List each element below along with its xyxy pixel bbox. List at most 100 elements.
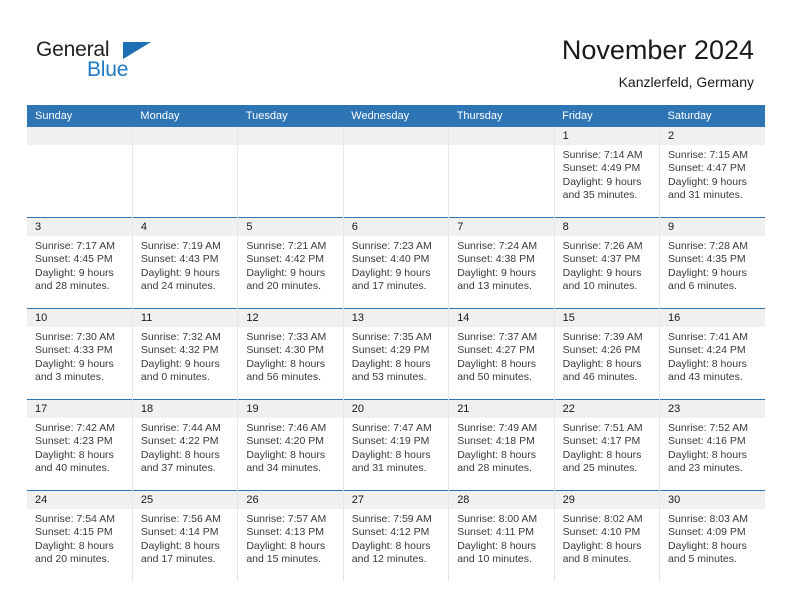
calendar-day-cell[interactable]: 18 Sunrise: 7:44 AM Sunset: 4:22 PM Dayligh… — [132, 399, 239, 491]
sunset-time: Sunset: 4:26 PM — [562, 344, 641, 357]
calendar-day-cell[interactable]: 25 Sunrise: 7:56 AM Sunset: 4:14 PM Dayligh… — [132, 490, 239, 581]
day-sun-info: Sunrise: 7:21 AM Sunset: 4:42 PM Daylight:… — [238, 236, 342, 294]
sunrise-time: Sunrise: 7:39 AM — [562, 331, 643, 343]
day-sun-info: Sunrise: 7:33 AM Sunset: 4:30 PM Daylight:… — [238, 327, 342, 385]
day-sun-info: Sunrise: 8:00 AM Sunset: 4:11 PM Daylight:… — [449, 509, 553, 567]
daylight-duration-line1: Daylight: 8 hours — [246, 357, 326, 370]
page-subtitle-location: Kanzlerfeld, Germany — [618, 74, 754, 90]
calendar-day-cell[interactable]: 28 Sunrise: 8:00 AM Sunset: 4:11 PM Dayligh… — [448, 490, 555, 581]
day-number — [449, 127, 554, 145]
sunset-time: Sunset: 4:24 PM — [668, 344, 746, 357]
daylight-duration-line2: and 28 minutes. — [35, 280, 110, 293]
calendar-day-cell-empty — [448, 127, 555, 218]
daylight-duration-line2: and 10 minutes. — [457, 553, 532, 566]
daylight-duration-line2: and 25 minutes. — [562, 462, 638, 475]
daylight-duration-line2: and 5 minutes. — [668, 553, 737, 566]
logo-triangle-icon — [123, 42, 151, 59]
calendar-day-cell[interactable]: 8 Sunrise: 7:26 AM Sunset: 4:37 PM Daylight… — [554, 217, 661, 309]
sunset-time: Sunset: 4:16 PM — [668, 435, 746, 448]
calendar-day-cell[interactable]: 21 Sunrise: 7:49 AM Sunset: 4:18 PM Dayligh… — [448, 399, 555, 491]
calendar-day-cell-empty — [237, 127, 344, 218]
calendar-day-cell[interactable]: 24 Sunrise: 7:54 AM Sunset: 4:15 PM Dayligh… — [27, 490, 133, 581]
calendar-day-cell[interactable]: 5 Sunrise: 7:21 AM Sunset: 4:42 PM Daylight… — [237, 217, 344, 309]
calendar-day-cell-empty — [132, 127, 239, 218]
sunrise-time: Sunrise: 7:37 AM — [457, 331, 538, 343]
sunrise-time: Sunrise: 7:54 AM — [35, 513, 115, 525]
daylight-duration-line1: Daylight: 9 hours — [562, 266, 642, 279]
daylight-duration-line1: Daylight: 8 hours — [246, 539, 326, 552]
calendar-day-cell[interactable]: 1 Sunrise: 7:14 AM Sunset: 4:49 PM Daylight… — [554, 127, 661, 218]
page-header: General Blue November 2024 Kanzlerfeld, … — [0, 0, 792, 100]
daylight-duration-line1: Daylight: 8 hours — [668, 357, 747, 370]
calendar-day-cell[interactable]: 29 Sunrise: 8:02 AM Sunset: 4:10 PM Dayligh… — [554, 490, 661, 581]
daylight-duration-line1: Daylight: 9 hours — [140, 266, 220, 279]
sunrise-time: Sunrise: 7:17 AM — [35, 240, 115, 252]
day-sun-info: Sunrise: 7:56 AM Sunset: 4:14 PM Daylight:… — [133, 509, 237, 567]
sunset-time: Sunset: 4:18 PM — [457, 435, 535, 448]
calendar-day-cell[interactable]: 16 Sunrise: 7:41 AM Sunset: 4:24 PM Dayligh… — [659, 308, 765, 400]
sunrise-time: Sunrise: 7:49 AM — [457, 422, 538, 434]
daylight-duration-line2: and 6 minutes. — [668, 280, 737, 293]
day-sun-info: Sunrise: 7:30 AM Sunset: 4:33 PM Daylight:… — [27, 327, 132, 385]
calendar-day-cell[interactable]: 19 Sunrise: 7:46 AM Sunset: 4:20 PM Dayligh… — [237, 399, 344, 491]
calendar-day-cell[interactable]: 11 Sunrise: 7:32 AM Sunset: 4:32 PM Dayligh… — [132, 308, 239, 400]
day-sun-info: Sunrise: 8:03 AM Sunset: 4:09 PM Daylight:… — [660, 509, 765, 567]
weekday-header-saturday: Saturday — [659, 105, 765, 127]
weekday-header-tuesday: Tuesday — [237, 105, 344, 127]
day-number: 29 — [554, 491, 660, 509]
calendar-day-cell[interactable]: 7 Sunrise: 7:24 AM Sunset: 4:38 PM Daylight… — [448, 217, 555, 309]
calendar-day-cell[interactable]: 23 Sunrise: 7:52 AM Sunset: 4:16 PM Dayligh… — [659, 399, 765, 491]
calendar-day-cell[interactable]: 15 Sunrise: 7:39 AM Sunset: 4:26 PM Dayligh… — [554, 308, 661, 400]
sunrise-time: Sunrise: 7:46 AM — [246, 422, 327, 434]
sunset-time: Sunset: 4:11 PM — [457, 526, 535, 539]
calendar-day-cell[interactable]: 22 Sunrise: 7:51 AM Sunset: 4:17 PM Dayligh… — [554, 399, 661, 491]
calendar-day-cell[interactable]: 27 Sunrise: 7:59 AM Sunset: 4:12 PM Dayligh… — [343, 490, 450, 581]
calendar-day-cell[interactable]: 3 Sunrise: 7:17 AM Sunset: 4:45 PM Daylight… — [27, 217, 133, 309]
day-number — [132, 127, 238, 145]
calendar-day-cell[interactable]: 2 Sunrise: 7:15 AM Sunset: 4:47 PM Daylight… — [659, 127, 765, 218]
daylight-duration-line2: and 43 minutes. — [668, 371, 743, 384]
daylight-duration-line2: and 20 minutes. — [246, 280, 322, 293]
day-number: 4 — [132, 218, 238, 236]
daylight-duration-line2: and 50 minutes. — [457, 371, 532, 384]
day-sun-info: Sunrise: 7:15 AM Sunset: 4:47 PM Daylight:… — [660, 145, 765, 203]
day-sun-info: Sunrise: 7:49 AM Sunset: 4:18 PM Daylight:… — [449, 418, 553, 476]
day-number: 28 — [449, 491, 554, 509]
day-number: 20 — [343, 400, 449, 418]
calendar-body: 1 Sunrise: 7:14 AM Sunset: 4:49 PM Daylight… — [27, 127, 765, 581]
sunrise-time: Sunrise: 7:15 AM — [668, 149, 748, 161]
general-blue-logo[interactable]: General Blue — [36, 38, 166, 84]
calendar-day-cell[interactable]: 26 Sunrise: 7:57 AM Sunset: 4:13 PM Dayligh… — [237, 490, 344, 581]
sunrise-time: Sunrise: 7:32 AM — [140, 331, 221, 343]
weekday-header-row: Sunday Monday Tuesday Wednesday Thursday… — [27, 105, 765, 127]
daylight-duration-line1: Daylight: 9 hours — [35, 357, 114, 370]
day-number: 10 — [27, 309, 132, 327]
calendar-day-cell[interactable]: 12 Sunrise: 7:33 AM Sunset: 4:30 PM Dayligh… — [237, 308, 344, 400]
sunrise-time: Sunrise: 7:56 AM — [140, 513, 221, 525]
daylight-duration-line1: Daylight: 8 hours — [140, 539, 220, 552]
calendar-day-cell[interactable]: 14 Sunrise: 7:37 AM Sunset: 4:27 PM Dayligh… — [448, 308, 555, 400]
weekday-header-thursday: Thursday — [448, 105, 555, 127]
daylight-duration-line2: and 10 minutes. — [562, 280, 638, 293]
calendar-day-cell[interactable]: 13 Sunrise: 7:35 AM Sunset: 4:29 PM Dayligh… — [343, 308, 450, 400]
daylight-duration-line1: Daylight: 9 hours — [35, 266, 114, 279]
calendar-day-cell[interactable]: 17 Sunrise: 7:42 AM Sunset: 4:23 PM Dayligh… — [27, 399, 133, 491]
calendar-day-cell[interactable]: 6 Sunrise: 7:23 AM Sunset: 4:40 PM Daylight… — [343, 217, 450, 309]
daylight-duration-line2: and 23 minutes. — [668, 462, 743, 475]
weekday-header-wednesday: Wednesday — [343, 105, 449, 127]
calendar-day-cell[interactable]: 20 Sunrise: 7:47 AM Sunset: 4:19 PM Dayligh… — [343, 399, 450, 491]
day-sun-info: Sunrise: 7:42 AM Sunset: 4:23 PM Daylight:… — [27, 418, 132, 476]
sunrise-time: Sunrise: 8:02 AM — [562, 513, 643, 525]
calendar-day-cell[interactable]: 9 Sunrise: 7:28 AM Sunset: 4:35 PM Daylight… — [659, 217, 765, 309]
sunrise-time: Sunrise: 8:03 AM — [668, 513, 748, 525]
sunset-time: Sunset: 4:22 PM — [140, 435, 219, 448]
day-number: 16 — [660, 309, 765, 327]
daylight-duration-line1: Daylight: 8 hours — [35, 448, 114, 461]
day-number: 30 — [660, 491, 765, 509]
calendar-day-cell[interactable]: 10 Sunrise: 7:30 AM Sunset: 4:33 PM Dayligh… — [27, 308, 133, 400]
calendar-day-cell[interactable]: 4 Sunrise: 7:19 AM Sunset: 4:43 PM Daylight… — [132, 217, 239, 309]
calendar-day-cell[interactable]: 30 Sunrise: 8:03 AM Sunset: 4:09 PM Dayligh… — [659, 490, 765, 581]
day-number: 5 — [238, 218, 343, 236]
daylight-duration-line2: and 53 minutes. — [351, 371, 427, 384]
sunrise-time: Sunrise: 7:35 AM — [351, 331, 432, 343]
